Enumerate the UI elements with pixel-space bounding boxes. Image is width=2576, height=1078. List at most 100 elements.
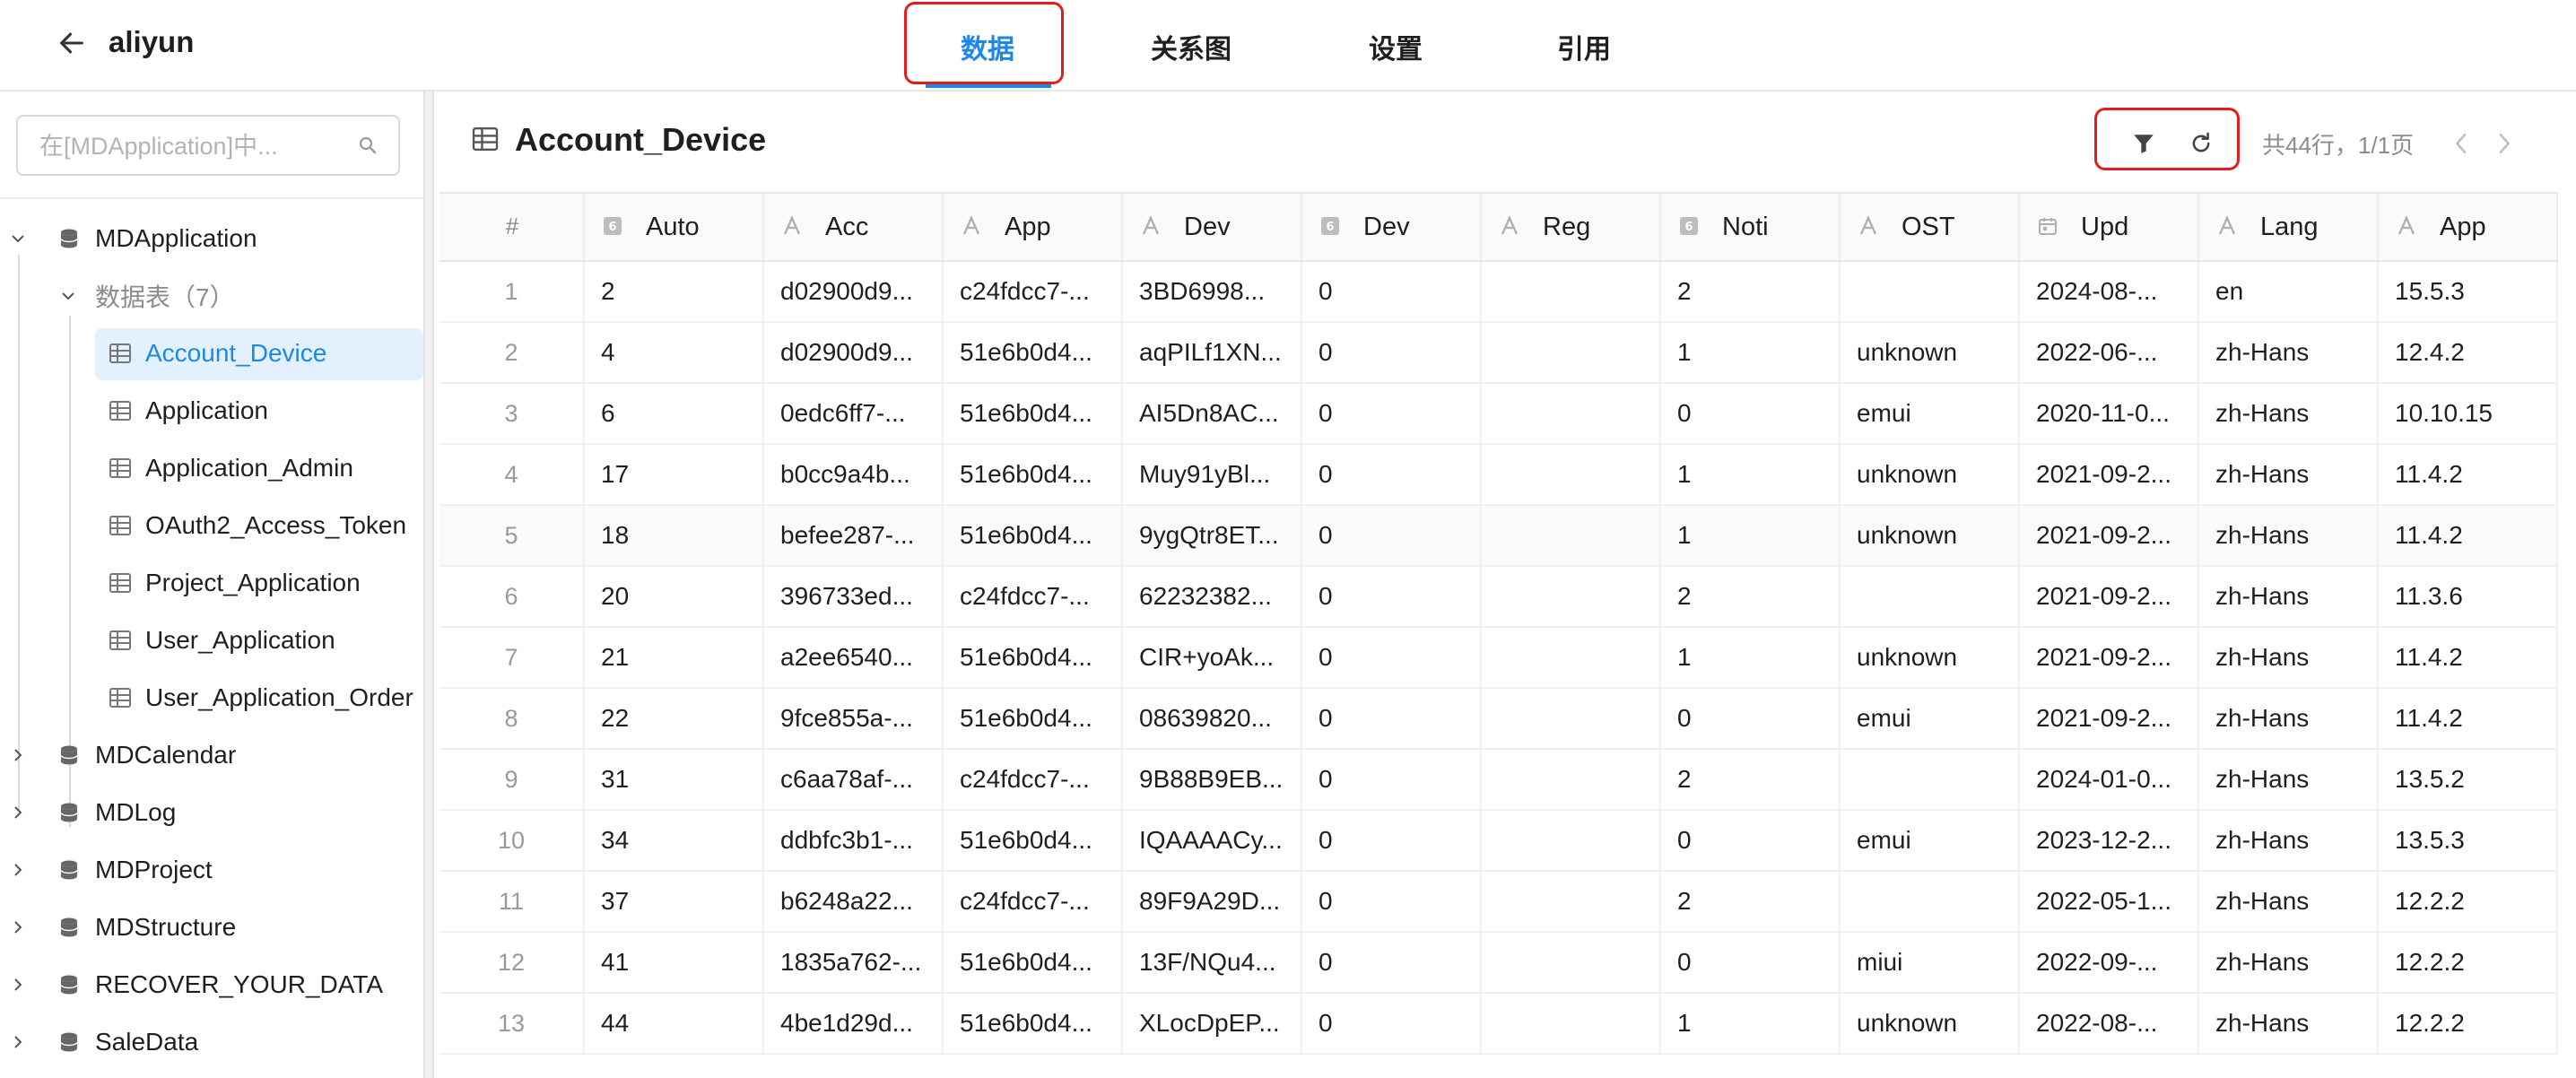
table-cell[interactable]: 2024-01-0...: [2020, 750, 2199, 809]
table-cell[interactable]: zh-Hans: [2199, 689, 2379, 748]
table-cell[interactable]: en: [2199, 262, 2379, 321]
table-cell[interactable]: zh-Hans: [2199, 933, 2379, 992]
chevron-right-icon[interactable]: [9, 976, 27, 994]
table-cell[interactable]: 2: [1661, 750, 1841, 809]
table-cell[interactable]: 0: [1302, 811, 1482, 870]
tab-settings[interactable]: 设置: [1369, 27, 1423, 66]
table-cell[interactable]: befee287-...: [764, 506, 944, 565]
table-cell[interactable]: [1482, 628, 1661, 687]
table-cell[interactable]: 12.2.2: [2379, 994, 2558, 1053]
column-header-11[interactable]: App: [2379, 194, 2558, 260]
table-cell[interactable]: 15.5.3: [2379, 262, 2558, 321]
tab-data[interactable]: 数据: [961, 27, 1014, 66]
table-cell[interactable]: zh-Hans: [2199, 872, 2379, 931]
table-row[interactable]: 3 6 0edc6ff7-... 51e6b0d4... AI5Dn8AC... 0 0 em…: [439, 384, 2558, 445]
table-row[interactable]: 6 20 396733ed... c24fdcc7-... 62232382... 0 2 2…: [439, 567, 2558, 628]
table-cell[interactable]: 31: [585, 750, 764, 809]
table-cell[interactable]: 21: [585, 628, 764, 687]
table-cell[interactable]: zh-Hans: [2199, 323, 2379, 382]
table-cell[interactable]: d02900d9...: [764, 323, 944, 382]
table-cell[interactable]: 0: [1302, 994, 1482, 1053]
table-cell[interactable]: 0: [1661, 933, 1841, 992]
chevron-right-icon[interactable]: [9, 861, 27, 879]
chevron-right-icon[interactable]: [9, 746, 27, 764]
column-header-8[interactable]: OST: [1841, 194, 2020, 260]
table-cell[interactable]: 13.5.2: [2379, 750, 2558, 809]
search-box[interactable]: [16, 115, 400, 176]
table-cell[interactable]: 0: [1661, 811, 1841, 870]
column-header-5[interactable]: 6 Dev: [1302, 194, 1482, 260]
table-cell[interactable]: 37: [585, 872, 764, 931]
table-cell[interactable]: aqPILf1XN...: [1123, 323, 1302, 382]
table-cell[interactable]: 2022-05-1...: [2020, 872, 2199, 931]
table-cell[interactable]: emui: [1841, 384, 2020, 443]
next-page-button[interactable]: [2486, 126, 2522, 161]
tree-table-user-application[interactable]: User_Application: [0, 615, 423, 665]
table-cell[interactable]: 2024-08-...: [2020, 262, 2199, 321]
tree-table-oauth2-access-token[interactable]: OAuth2_Access_Token: [0, 500, 423, 551]
table-cell[interactable]: 2: [585, 262, 764, 321]
table-cell[interactable]: zh-Hans: [2199, 506, 2379, 565]
table-cell[interactable]: 13F/NQu4...: [1123, 933, 1302, 992]
chevron-right-icon[interactable]: [9, 1033, 27, 1051]
table-cell[interactable]: [1482, 323, 1661, 382]
table-cell[interactable]: 11.4.2: [2379, 689, 2558, 748]
column-header-9[interactable]: Upd: [2020, 194, 2199, 260]
table-cell[interactable]: unknown: [1841, 994, 2020, 1053]
table-row[interactable]: 5 18 befee287-... 51e6b0d4... 9ygQtr8ET... 0 1…: [439, 506, 2558, 567]
table-cell[interactable]: [1482, 994, 1661, 1053]
table-cell[interactable]: 2020-11-0...: [2020, 384, 2199, 443]
table-cell[interactable]: 51e6b0d4...: [944, 506, 1123, 565]
prev-page-button[interactable]: [2443, 126, 2479, 161]
table-cell[interactable]: 1: [1661, 994, 1841, 1053]
table-cell[interactable]: 0: [1302, 567, 1482, 626]
table-cell[interactable]: 51e6b0d4...: [944, 323, 1123, 382]
table-cell[interactable]: 12.2.2: [2379, 872, 2558, 931]
table-cell[interactable]: c24fdcc7-...: [944, 262, 1123, 321]
table-row[interactable]: 7 21 a2ee6540... 51e6b0d4... CIR+yoAk... 0 1 un…: [439, 628, 2558, 689]
table-cell[interactable]: 9ygQtr8ET...: [1123, 506, 1302, 565]
table-cell[interactable]: 0: [1302, 689, 1482, 748]
table-cell[interactable]: CIR+yoAk...: [1123, 628, 1302, 687]
table-cell[interactable]: 1: [1661, 628, 1841, 687]
refresh-button[interactable]: [2183, 126, 2219, 161]
table-row[interactable]: 4 17 b0cc9a4b... 51e6b0d4... Muy91yBl... 0 1 un…: [439, 445, 2558, 506]
table-cell[interactable]: [1482, 750, 1661, 809]
column-header-6[interactable]: Reg: [1482, 194, 1661, 260]
tab-references[interactable]: 引用: [1557, 27, 1611, 66]
table-cell[interactable]: [1482, 445, 1661, 504]
table-cell[interactable]: 12.2.2: [2379, 933, 2558, 992]
table-cell[interactable]: 0: [1302, 506, 1482, 565]
table-row[interactable]: 9 31 c6aa78af-... c24fdcc7-... 9B88B9EB... 0 2…: [439, 750, 2558, 811]
table-cell[interactable]: [1482, 384, 1661, 443]
table-cell[interactable]: zh-Hans: [2199, 994, 2379, 1053]
table-cell[interactable]: 12.4.2: [2379, 323, 2558, 382]
column-header-2[interactable]: Acc: [764, 194, 944, 260]
table-cell[interactable]: [1841, 750, 2020, 809]
table-row[interactable]: 8 22 9fce855a-... 51e6b0d4... 08639820... 0 0 e…: [439, 689, 2558, 750]
table-cell[interactable]: b0cc9a4b...: [764, 445, 944, 504]
table-cell[interactable]: 0: [1302, 750, 1482, 809]
table-cell[interactable]: zh-Hans: [2199, 811, 2379, 870]
table-cell[interactable]: 1: [1661, 506, 1841, 565]
tree-db-mdlog[interactable]: MDLog: [0, 787, 423, 838]
tree-table-account-device[interactable]: Account_Device: [0, 328, 423, 378]
table-cell[interactable]: 2022-06-...: [2020, 323, 2199, 382]
table-cell[interactable]: 18: [585, 506, 764, 565]
chevron-down-icon[interactable]: [59, 287, 77, 305]
column-header-10[interactable]: Lang: [2199, 194, 2379, 260]
table-cell[interactable]: zh-Hans: [2199, 750, 2379, 809]
table-cell[interactable]: 2021-09-2...: [2020, 506, 2199, 565]
table-cell[interactable]: 20: [585, 567, 764, 626]
table-cell[interactable]: 1835a762-...: [764, 933, 944, 992]
table-cell[interactable]: a2ee6540...: [764, 628, 944, 687]
tree-table-project-application[interactable]: Project_Application: [0, 558, 423, 608]
table-cell[interactable]: 0: [1302, 933, 1482, 992]
table-cell[interactable]: unknown: [1841, 628, 2020, 687]
tree-table-user-application-order[interactable]: User_Application_Order: [0, 673, 423, 723]
table-cell[interactable]: Muy91yBl...: [1123, 445, 1302, 504]
table-cell[interactable]: 10.10.15: [2379, 384, 2558, 443]
tree-db-mdcalendar[interactable]: MDCalendar: [0, 730, 423, 780]
table-cell[interactable]: c6aa78af-...: [764, 750, 944, 809]
tree-group-tables[interactable]: 数据表（7）: [0, 271, 423, 321]
